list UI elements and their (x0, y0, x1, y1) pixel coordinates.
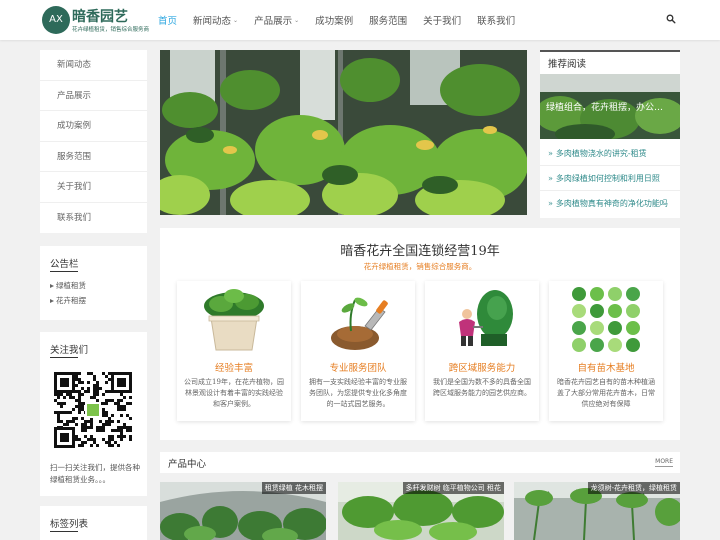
sidebar-item[interactable]: 成功案例 (40, 111, 147, 142)
notice-item-label: 花卉租摆 (56, 296, 86, 305)
features-title: 暗香花卉全国连锁经营19年 (340, 244, 500, 259)
feature-card-desc: 公司成立19年，在花卉植物，园林景观设计有着丰富的实践经验和客户案例。 (184, 378, 284, 408)
nav-item-label: 产品展示 (254, 16, 293, 27)
nav-item[interactable]: 服务范围 (369, 13, 407, 27)
nav-item-label: 首页 (158, 16, 178, 27)
nav-item-label: 新闻动态 (193, 16, 232, 27)
sidebar-menu: 新闻动态 产品展示 成功案例 服务范围 关于我们 联系我们 (40, 50, 147, 233)
feature-card[interactable]: 专业服务团队 拥有一支实践经验丰富的专业服务团队，为您提供专业化多角度的一站式园… (301, 281, 415, 421)
features-subtitle: 花卉绿植租赁，销售综合服务商。 (363, 262, 477, 271)
logo-title[interactable]: 暗香园艺 (72, 6, 128, 26)
follow-title: 关注我们 (50, 345, 89, 356)
recommended-title: 推荐阅读 (548, 59, 587, 70)
qr-code-image (54, 372, 132, 448)
recommended-link[interactable]: » 多肉植物真有神奇的净化功能吗 (548, 198, 676, 209)
nav-item[interactable]: 产品展示 ⌄ (254, 13, 299, 27)
product-card[interactable]: 多杆发财树 临平植物公司 租花 (338, 482, 504, 540)
recommended-link[interactable]: » 多肉植物浇水的讲究-租赁 (548, 148, 676, 159)
title-underline (50, 531, 78, 532)
hero-plant-wall-image (160, 50, 527, 215)
triangle-right-icon (50, 284, 54, 288)
feature-card-title: 自有苗木基地 (577, 363, 635, 374)
follow-text: 扫一扫关注我们，提供各种绿植租赁业务。。。 (50, 463, 140, 484)
feature-card[interactable]: 自有苗木基地 暗香花卉园艺自有的苗木种植涵盖了大部分常用花卉苗木，日常供应绝对有… (549, 281, 663, 421)
tags-title: 标签列表 (50, 519, 89, 530)
recommended-panel: 推荐阅读 绿植组合，花卉租摆，办公… » 多肉植物浇水的讲究-租赁 » 多肉绿植如何… (540, 50, 680, 218)
main-nav: 首页 新闻动态 ⌄ 产品展示 ⌄ 成功案例 服务范围 关于我们 联系我们 (158, 0, 531, 40)
feature-card-desc: 暗香花卉园艺自有的苗木种植涵盖了大部分常用花卉苗木，日常供应绝对有保障 (557, 378, 655, 408)
divider (540, 165, 680, 166)
nav-item-label: 成功案例 (315, 16, 354, 27)
sidebar-item[interactable]: 新闻动态 (40, 50, 147, 81)
recommended-link-label: 多肉植物真有神奇的净化功能吗 (555, 199, 668, 208)
products-title: 产品中心 (168, 459, 207, 470)
chevron-down-icon: ⌄ (294, 16, 300, 24)
product-caption: 租赁绿植 花木租摆 (261, 482, 326, 494)
nav-item[interactable]: 联系我们 (477, 13, 515, 27)
notice-title: 公告栏 (50, 259, 79, 270)
feature-card-desc: 拥有一支实践经验丰富的专业服务团队，为您提供专业化多角度的一站式园艺服务。 (309, 378, 407, 408)
sidebar-item[interactable]: 服务范围 (40, 142, 147, 172)
recommended-link-label: 多肉植物浇水的讲究-租赁 (555, 149, 647, 158)
logo-badge[interactable]: AX (42, 6, 70, 34)
recommended-link-label: 多肉绿植如何控制和利用日照 (555, 174, 660, 183)
thumbnail-caption: 绿植组合，花卉租摆，办公… (546, 103, 664, 113)
product-caption: 龙须树-花卉租赁，绿植租赁 (587, 482, 680, 494)
logo-subtitle: 花卉绿植租赁，销售综合服务商 (72, 27, 150, 33)
nav-item[interactable]: 新闻动态 ⌄ (193, 13, 238, 27)
nav-item[interactable]: 成功案例 (315, 13, 353, 27)
bullet-icon: » (548, 149, 553, 158)
sidebar-item[interactable]: 产品展示 (40, 81, 147, 111)
trowel-seedling-icon (331, 297, 388, 350)
bullet-icon: » (548, 174, 553, 183)
notice-item[interactable]: 花卉租摆 (40, 293, 147, 308)
tags-panel: 标签列表 (40, 506, 147, 540)
nursery-plants-icon (572, 287, 640, 352)
gardener-icon (459, 290, 513, 346)
product-caption: 多杆发财树 临平植物公司 租花 (402, 482, 504, 494)
divider (540, 190, 680, 191)
product-card[interactable]: 龙须树-花卉租赁，绿植租赁 (514, 482, 680, 540)
recommended-link[interactable]: » 多肉绿植如何控制和利用日照 (548, 173, 676, 184)
sidebar-item[interactable]: 联系我们 (40, 203, 147, 234)
bullet-icon: » (548, 199, 553, 208)
title-underline (50, 357, 78, 358)
notice-item[interactable]: 绿植租赁 (40, 278, 147, 293)
feature-card[interactable]: 经验丰富 公司成立19年，在花卉植物，园林景观设计有着丰富的实践经验和客户案例。 (177, 281, 291, 421)
nav-item-label: 联系我们 (477, 16, 516, 27)
nav-item[interactable]: 关于我们 (423, 13, 461, 27)
feature-card[interactable]: 跨区域服务能力 我们是全国为数不多的具备全国跨区域服务能力的园艺供应商。 (425, 281, 539, 421)
nav-item-label: 服务范围 (369, 16, 408, 27)
follow-panel: 关注我们 扫一扫关注我们，提供各种绿植租赁业务。。。 (40, 332, 147, 496)
notice-panel: 公告栏 绿植租赁 花卉租摆 (40, 246, 147, 320)
search-icon[interactable] (666, 14, 676, 24)
hero-banner[interactable] (160, 50, 527, 215)
title-underline (50, 271, 78, 272)
chevron-down-icon: ⌄ (233, 16, 239, 24)
feature-card-title: 专业服务团队 (329, 363, 387, 374)
feature-card-title: 跨区域服务能力 (448, 363, 516, 374)
sidebar-item[interactable]: 关于我们 (40, 172, 147, 203)
nav-item-label: 关于我们 (423, 16, 462, 27)
notice-item-label: 绿植租赁 (56, 281, 86, 290)
feature-card-title: 经验丰富 (214, 363, 253, 374)
products-header: 产品中心 MORE (160, 452, 680, 473)
site-header: AX 暗香园艺 花卉绿植租赁，销售综合服务商 首页 新闻动态 ⌄ 产品展示 ⌄ 成功案例服… (0, 0, 720, 40)
more-link[interactable]: MORE (655, 458, 673, 467)
feature-card-desc: 我们是全国为数不多的具备全国跨区域服务能力的园艺供应商。 (433, 378, 531, 397)
nav-item[interactable]: 首页 (158, 13, 177, 27)
triangle-right-icon (50, 299, 54, 303)
potted-plant-icon (204, 289, 264, 351)
features-section: 暗香花卉全国连锁经营19年 花卉绿植租赁，销售综合服务商。 经验丰富 公司成立1… (160, 228, 680, 440)
recommended-thumbnail[interactable]: 绿植组合，花卉租摆，办公… (540, 74, 680, 139)
product-card[interactable]: 租赁绿植 花木租摆 (160, 482, 326, 540)
